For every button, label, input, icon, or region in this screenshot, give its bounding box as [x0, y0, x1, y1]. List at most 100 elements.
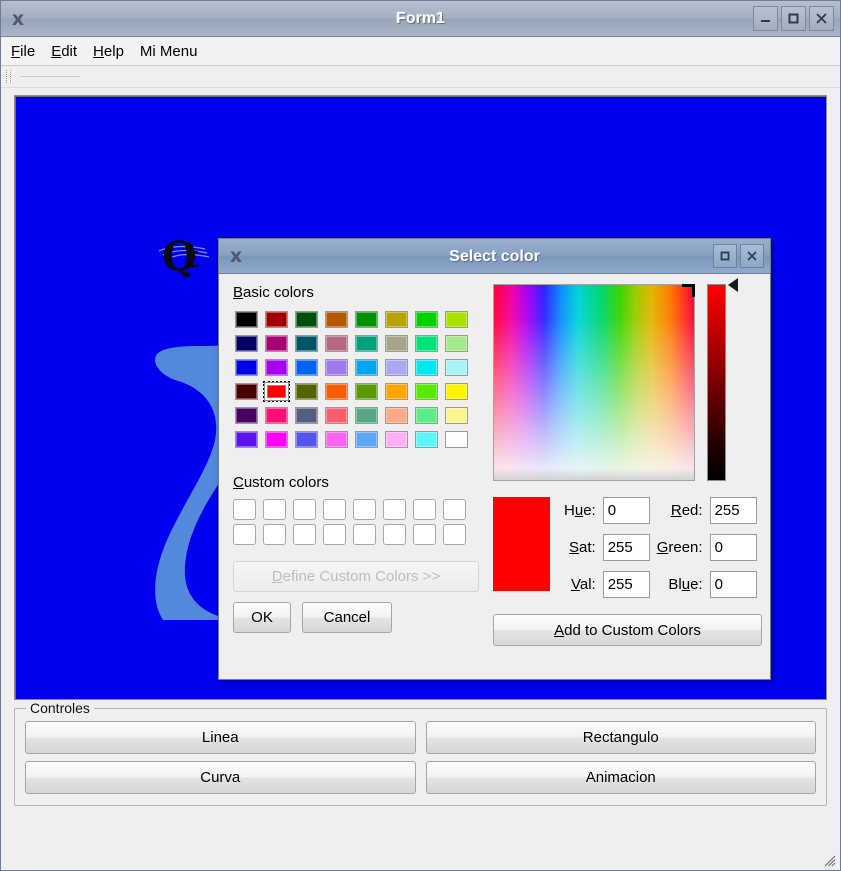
ok-button[interactable]: OK — [233, 602, 291, 633]
basic-color-swatch[interactable] — [413, 309, 440, 330]
linea-button[interactable]: Linea — [25, 721, 416, 754]
add-to-custom-colors-button[interactable]: Add to Custom Colors — [493, 614, 762, 646]
custom-color-swatch[interactable] — [383, 524, 406, 545]
basic-color-swatch[interactable] — [353, 333, 380, 354]
custom-color-swatch[interactable] — [413, 499, 436, 520]
basic-color-swatch[interactable] — [293, 309, 320, 330]
menu-item-edit[interactable]: Edit — [51, 43, 77, 60]
basic-color-swatch[interactable] — [323, 381, 350, 402]
basic-color-swatch[interactable] — [323, 357, 350, 378]
basic-color-swatch[interactable] — [233, 429, 260, 450]
green-input[interactable]: 0 — [709, 534, 757, 561]
custom-color-swatch[interactable] — [323, 524, 346, 545]
basic-color-swatch[interactable] — [353, 429, 380, 450]
red-input[interactable]: 255 — [709, 497, 757, 524]
basic-color-swatch[interactable] — [293, 381, 320, 402]
basic-color-swatch[interactable] — [383, 333, 410, 354]
basic-color-swatch[interactable] — [443, 429, 470, 450]
basic-color-swatch[interactable] — [353, 381, 380, 402]
basic-color-swatch[interactable] — [353, 357, 380, 378]
dialog-titlebar[interactable]: x Select color — [219, 239, 770, 274]
basic-color-swatch[interactable] — [263, 309, 290, 330]
basic-color-swatch[interactable] — [383, 405, 410, 426]
menu-item-mi-menu[interactable]: Mi Menu — [140, 43, 198, 60]
add-button-mnemonic: A — [554, 621, 565, 639]
basic-color-swatch[interactable] — [413, 357, 440, 378]
basic-color-swatch[interactable] — [383, 357, 410, 378]
custom-color-swatch[interactable] — [353, 524, 376, 545]
basic-color-swatch[interactable] — [323, 429, 350, 450]
animacion-button[interactable]: Animacion — [425, 761, 816, 794]
maximize-icon[interactable] — [713, 244, 737, 268]
close-icon[interactable] — [740, 244, 764, 268]
close-icon[interactable] — [809, 6, 834, 31]
main-titlebar[interactable]: x Form1 — [1, 1, 840, 37]
basic-color-swatch[interactable] — [353, 405, 380, 426]
custom-color-swatch[interactable] — [323, 499, 346, 520]
basic-color-swatch[interactable] — [263, 429, 290, 450]
basic-color-swatch[interactable] — [383, 309, 410, 330]
resize-grip-icon[interactable] — [822, 853, 836, 867]
basic-color-swatch[interactable] — [233, 405, 260, 426]
basic-color-swatch[interactable] — [443, 309, 470, 330]
maximize-icon[interactable] — [781, 6, 806, 31]
custom-color-swatch[interactable] — [233, 499, 256, 520]
basic-color-swatch[interactable] — [443, 405, 470, 426]
val-input[interactable]: 255 — [602, 571, 650, 598]
basic-color-swatch[interactable] — [413, 333, 440, 354]
custom-color-swatch[interactable] — [443, 524, 466, 545]
saturation-value-field[interactable] — [493, 284, 695, 481]
swatch-fill — [235, 335, 258, 352]
basic-color-swatch[interactable] — [293, 357, 320, 378]
basic-color-swatch[interactable] — [413, 429, 440, 450]
basic-color-swatch[interactable] — [233, 309, 260, 330]
custom-color-swatch[interactable] — [413, 524, 436, 545]
basic-color-swatch[interactable] — [263, 357, 290, 378]
basic-color-swatch[interactable] — [383, 429, 410, 450]
custom-color-swatch[interactable] — [293, 499, 316, 520]
hue-input[interactable]: 0 — [602, 497, 650, 524]
basic-color-swatch[interactable] — [263, 405, 290, 426]
curva-button[interactable]: Curva — [25, 761, 416, 794]
custom-color-swatch[interactable] — [443, 499, 466, 520]
value-slider-marker-icon[interactable] — [728, 278, 738, 292]
basic-color-swatch[interactable] — [233, 357, 260, 378]
basic-color-swatch[interactable] — [443, 381, 470, 402]
custom-color-swatch[interactable] — [233, 524, 256, 545]
basic-color-swatch[interactable] — [323, 333, 350, 354]
basic-colors-grid[interactable] — [233, 309, 479, 450]
basic-color-swatch[interactable] — [413, 405, 440, 426]
custom-colors-label: Custom colors — [233, 474, 479, 491]
basic-color-swatch[interactable] — [233, 333, 260, 354]
basic-color-swatch[interactable] — [263, 333, 290, 354]
sv-crosshair-cursor[interactable] — [682, 284, 695, 297]
sat-input[interactable]: 255 — [602, 534, 650, 561]
basic-color-swatch[interactable] — [383, 381, 410, 402]
basic-color-swatch[interactable] — [293, 429, 320, 450]
blue-input[interactable]: 0 — [709, 571, 757, 598]
minimize-icon[interactable] — [753, 6, 778, 31]
swatch-fill — [355, 359, 378, 376]
basic-color-swatch[interactable] — [293, 405, 320, 426]
custom-color-swatch[interactable] — [263, 524, 286, 545]
custom-color-swatch[interactable] — [263, 499, 286, 520]
rectangulo-button[interactable]: Rectangulo — [425, 721, 816, 754]
basic-color-swatch[interactable] — [323, 405, 350, 426]
toolbar-drag-handle[interactable] — [5, 69, 14, 85]
basic-color-swatch[interactable] — [233, 381, 260, 402]
custom-color-swatch[interactable] — [383, 499, 406, 520]
basic-color-swatch[interactable] — [263, 381, 290, 402]
basic-color-swatch[interactable] — [443, 357, 470, 378]
menu-item-help[interactable]: Help — [93, 43, 124, 60]
basic-color-swatch[interactable] — [413, 381, 440, 402]
value-slider[interactable] — [707, 278, 738, 481]
basic-color-swatch[interactable] — [293, 333, 320, 354]
basic-color-swatch[interactable] — [323, 309, 350, 330]
cancel-button[interactable]: Cancel — [302, 602, 392, 633]
basic-color-swatch[interactable] — [353, 309, 380, 330]
custom-color-swatch[interactable] — [293, 524, 316, 545]
menu-item-file[interactable]: File — [11, 43, 35, 60]
custom-colors-grid[interactable] — [233, 499, 479, 545]
basic-color-swatch[interactable] — [443, 333, 470, 354]
custom-color-swatch[interactable] — [353, 499, 376, 520]
